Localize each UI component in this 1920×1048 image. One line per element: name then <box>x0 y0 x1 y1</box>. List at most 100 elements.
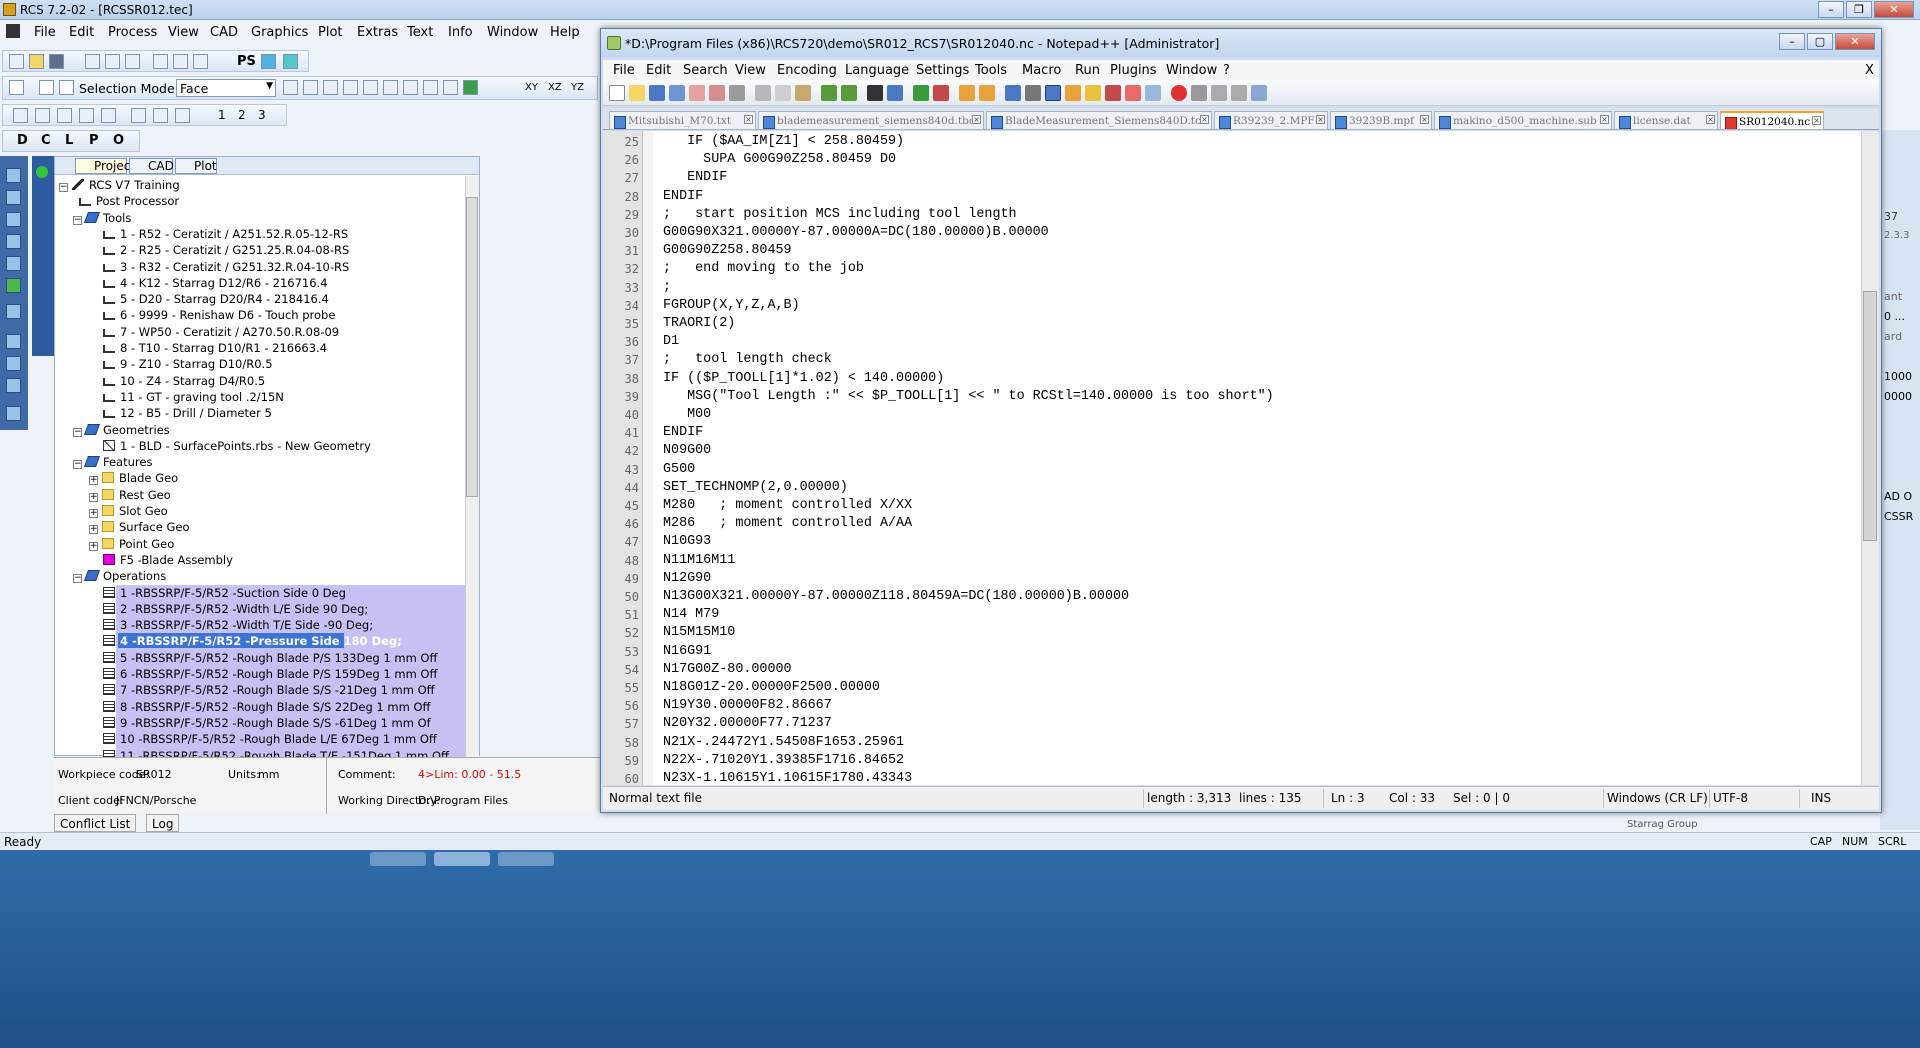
save-icon[interactable] <box>49 54 64 69</box>
tree-tool-item[interactable]: 12 - B5 - Drill / Diameter 5 <box>103 405 272 421</box>
npp-close-icon[interactable] <box>689 85 705 101</box>
npp-menu-file[interactable]: File <box>613 63 635 78</box>
tree-tool-item[interactable]: 8 - T10 - Starrag D10/R1 - 216663.4 <box>103 340 327 356</box>
npp-tab-39239b[interactable]: 39239B.mpf × <box>1330 111 1432 130</box>
code-line[interactable]: ; <box>663 279 671 297</box>
npp-menu-encoding[interactable]: Encoding <box>777 63 837 78</box>
tree-operation-item[interactable]: 9 -RBSSRP/F-5/R52 -Rough Blade S/S -61De… <box>103 715 431 731</box>
npp-menu-view[interactable]: View <box>735 63 766 78</box>
code-line[interactable]: N16G91 <box>663 643 711 661</box>
menu-window[interactable]: Window <box>487 25 538 40</box>
zoom-window-icon[interactable] <box>283 80 298 95</box>
menu-process[interactable]: Process <box>108 25 157 40</box>
npp-tab-blademeasurement-tcl[interactable]: BladeMeasurement_Siemens840D.tcl × <box>986 111 1212 130</box>
rotate-icon[interactable] <box>303 80 318 95</box>
npp-indent-guide-icon[interactable] <box>1045 85 1061 101</box>
npp-doc-map-icon[interactable] <box>1085 85 1101 101</box>
code-line[interactable]: ; end moving to the job <box>663 260 864 278</box>
code-line[interactable]: G00G90Z258.80459 <box>663 242 792 260</box>
taskbar-button-3[interactable] <box>498 852 554 866</box>
tree-operation-item[interactable]: 1 -RBSSRP/F-5/R52 -Suction Side 0 Deg <box>103 585 346 601</box>
tree-post-processor[interactable]: Post Processor <box>79 193 179 209</box>
collapse-icon[interactable]: − <box>73 460 82 470</box>
tree-geometries-folder[interactable]: − Geometries <box>73 422 170 438</box>
cut-icon[interactable] <box>85 54 100 69</box>
tree-operation-item[interactable]: 10 -RBSSRP/F-5/R52 -Rough Blade L/E 67De… <box>103 731 437 747</box>
code-line[interactable]: N09G00 <box>663 442 711 460</box>
npp-zoom-out-icon[interactable] <box>933 85 949 101</box>
tree-operation-item[interactable]: 2 -RBSSRP/F-5/R52 -Width L/E Side 90 Deg… <box>103 601 368 617</box>
pan-hand-icon[interactable] <box>323 80 338 95</box>
collapse-icon[interactable]: − <box>73 427 82 437</box>
tree-tool-item[interactable]: 11 - GT - graving tool .2/15N <box>103 389 284 405</box>
collapse-icon[interactable]: − <box>73 574 82 584</box>
npp-tab-mitsubishi[interactable]: Mitsubishi_M70.txt × <box>609 111 756 130</box>
npp-menu-edit[interactable]: Edit <box>646 63 671 78</box>
paste-icon[interactable] <box>125 54 140 69</box>
code-line[interactable]: M00 <box>663 406 711 424</box>
npp-save-all-icon[interactable] <box>669 85 685 101</box>
pointer-icon[interactable] <box>9 80 24 95</box>
code-line[interactable]: ENDIF <box>663 169 727 187</box>
zoom-view-icon[interactable] <box>57 108 72 123</box>
npp-maximize-button[interactable]: ▢ <box>1807 33 1833 50</box>
npp-function-list-icon[interactable] <box>1105 85 1121 101</box>
npp-find-icon[interactable] <box>867 85 883 101</box>
zoom-icon[interactable] <box>343 80 358 95</box>
tree-tool-item[interactable]: 2 - R25 - Ceratizit / G251.25.R.04-08-RS <box>103 242 349 258</box>
code-line[interactable]: ENDIF <box>663 188 703 206</box>
strip-tool-6-icon[interactable] <box>6 278 21 293</box>
tree-geometry-item[interactable]: 1 - BLD - SurfacePoints.rbs - New Geomet… <box>103 438 371 454</box>
strip-tool-2-icon[interactable] <box>6 190 21 205</box>
npp-copy-icon[interactable] <box>775 85 791 101</box>
print-icon[interactable] <box>153 54 168 69</box>
select-filter-icon[interactable] <box>39 80 54 95</box>
expand-icon[interactable]: + <box>89 476 98 486</box>
strip-tool-10-icon[interactable] <box>6 378 21 393</box>
expand-icon[interactable]: + <box>89 541 98 551</box>
npp-udl-icon[interactable] <box>1065 85 1081 101</box>
context-help-icon[interactable] <box>193 54 208 69</box>
npp-wrap-icon[interactable] <box>1005 85 1021 101</box>
code-line[interactable]: N21X-.24472Y1.54508F1653.25961 <box>663 734 904 752</box>
npp-tab-makino[interactable]: makino_d500_machine.sub × <box>1434 111 1612 130</box>
copy-icon[interactable] <box>105 54 120 69</box>
menu-edit[interactable]: Edit <box>69 25 94 40</box>
close-icon[interactable]: × <box>1420 115 1429 124</box>
filter-icon[interactable] <box>261 54 276 69</box>
code-line[interactable]: N14 M79 <box>663 606 719 624</box>
collapse-icon[interactable]: − <box>73 215 82 225</box>
npp-redo-icon[interactable] <box>841 85 857 101</box>
close-button[interactable]: ✕ <box>1874 1 1914 18</box>
code-line[interactable]: ; tool length check <box>663 351 832 369</box>
tree-root[interactable]: − RCS V7 Training <box>59 177 180 193</box>
tree-feature-folder[interactable]: + Rest Geo <box>89 487 171 503</box>
code-line[interactable]: MSG("Tool Length :" << $P_TOOLL[1] << " … <box>663 388 1274 406</box>
code-line[interactable]: SET_TECHNOMP(2,0.00000) <box>663 479 848 497</box>
tree-tool-item[interactable]: 3 - R32 - Ceratizit / G251.32.R.04-10-RS <box>103 259 349 275</box>
code-line[interactable]: N22X-.71020Y1.39385F1716.84652 <box>663 752 904 770</box>
help-icon[interactable] <box>173 54 188 69</box>
strip-tool-9-icon[interactable] <box>6 356 21 371</box>
npp-monitor-icon[interactable] <box>1145 85 1161 101</box>
o-button[interactable]: O <box>113 133 124 148</box>
p-button[interactable]: P <box>89 133 99 148</box>
npp-sync-v-icon[interactable] <box>959 85 975 101</box>
shade-icon[interactable] <box>463 80 478 95</box>
tree-operation-item[interactable]: 4 -RBSSRP/F-5/R52 -Pressure Side 180 Deg… <box>103 633 402 649</box>
npp-tab-license[interactable]: license.dat × <box>1614 111 1718 130</box>
view-zoom-icon[interactable] <box>153 108 168 123</box>
menu-text[interactable]: Text <box>407 25 433 40</box>
npp-sync-h-icon[interactable] <box>979 85 995 101</box>
view-xz-button[interactable]: XZ <box>548 82 562 93</box>
npp-editor[interactable]: 25 26 27 28 29 30 31 32 33 34 35 36 37 38 39 40 41 42 43 44… <box>603 131 1879 785</box>
code-line[interactable]: M280 ; moment controlled X/XX <box>663 497 912 515</box>
l-button[interactable]: L <box>65 133 73 148</box>
code-line[interactable]: N23X-1.10615Y1.10615F1780.43343 <box>663 770 912 785</box>
tree-feature-folder[interactable]: + Point Geo <box>89 536 174 552</box>
zoom-fit-icon[interactable] <box>383 80 398 95</box>
tab-plot[interactable]: Plot <box>175 158 217 174</box>
tree-tool-item[interactable]: 9 - Z10 - Starrag D10/R0.5 <box>103 356 273 372</box>
npp-menu-window[interactable]: Window <box>1166 63 1217 78</box>
menu-plot[interactable]: Plot <box>318 25 343 40</box>
